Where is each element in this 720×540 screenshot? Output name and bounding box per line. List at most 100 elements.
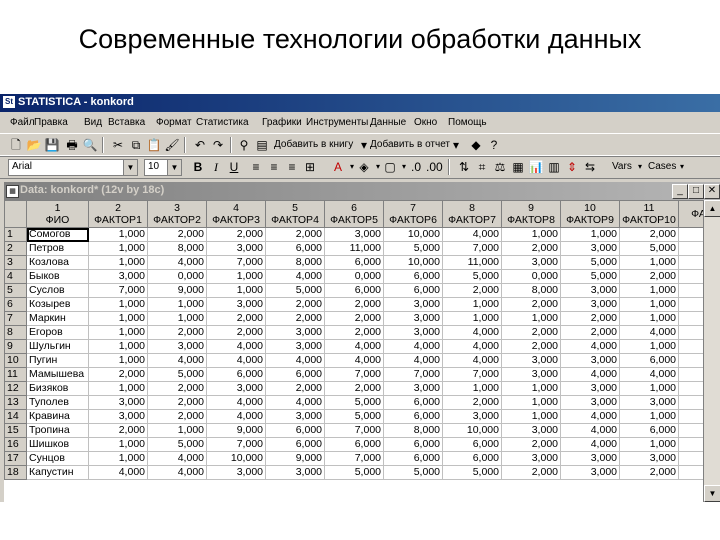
vertical-scrollbar[interactable]: ▲ ▼ (703, 200, 720, 502)
value-cell[interactable]: 5,000 (560, 269, 620, 284)
name-cell[interactable]: Егоров (26, 325, 89, 340)
value-cell[interactable]: 2,000 (265, 227, 325, 242)
menu-tools[interactable]: Инструменты (306, 117, 368, 128)
value-cell[interactable]: 5,000 (147, 367, 207, 382)
value-cell[interactable]: 1,000 (147, 423, 207, 438)
value-cell[interactable]: 1,000 (501, 381, 561, 396)
value-cell[interactable]: 3,000 (560, 283, 620, 298)
save-icon[interactable]: 💾 (44, 137, 60, 153)
value-cell[interactable]: 3,000 (383, 381, 443, 396)
value-cell[interactable]: 3,000 (265, 465, 325, 480)
scroll-down-icon[interactable]: ▼ (704, 485, 720, 502)
value-cell[interactable]: 1,000 (88, 325, 148, 340)
value-cell[interactable]: 6,000 (383, 437, 443, 452)
value-cell[interactable]: 1,000 (88, 297, 148, 312)
value-cell[interactable]: 2,000 (147, 381, 207, 396)
underline-icon[interactable]: U (226, 159, 242, 175)
value-cell[interactable]: 2,000 (324, 311, 384, 326)
name-cell[interactable]: Капустин (26, 465, 89, 480)
value-cell[interactable]: 3,000 (560, 241, 620, 256)
value-cell[interactable]: 9,000 (147, 283, 207, 298)
value-cell[interactable]: 2,000 (265, 297, 325, 312)
value-cell[interactable]: 3,000 (88, 409, 148, 424)
row-number[interactable]: 12 (4, 381, 27, 396)
value-cell[interactable]: 5,000 (324, 395, 384, 410)
value-cell[interactable]: 3,000 (501, 451, 561, 466)
value-cell[interactable]: 2,000 (147, 227, 207, 242)
row-number[interactable]: 5 (4, 283, 27, 298)
value-cell[interactable]: 6,000 (383, 395, 443, 410)
stats-icon[interactable]: ▥ (546, 159, 562, 175)
name-cell[interactable]: Туполев (26, 395, 89, 410)
column-header[interactable]: 10 ФАКТОР9 (560, 200, 620, 228)
value-cell[interactable]: 3,000 (442, 409, 502, 424)
value-cell[interactable]: 2,000 (206, 227, 266, 242)
value-cell[interactable]: 3,000 (206, 465, 266, 480)
value-cell[interactable]: 5,000 (265, 283, 325, 298)
value-cell[interactable]: 6,000 (324, 255, 384, 270)
name-cell[interactable]: Шишков (26, 437, 89, 452)
value-cell[interactable]: 3,000 (265, 409, 325, 424)
name-cell[interactable]: Шульгин (26, 339, 89, 354)
value-cell[interactable]: 5,000 (442, 269, 502, 284)
row-number[interactable]: 7 (4, 311, 27, 326)
value-cell[interactable]: 4,000 (265, 353, 325, 368)
bold-icon[interactable]: B (190, 159, 206, 175)
value-cell[interactable]: 1,000 (88, 381, 148, 396)
value-cell[interactable]: 1,000 (442, 311, 502, 326)
value-cell[interactable]: 3,000 (206, 241, 266, 256)
row-number[interactable]: 17 (4, 451, 27, 466)
value-cell[interactable]: 2,000 (206, 325, 266, 340)
value-cell[interactable]: 6,000 (383, 283, 443, 298)
value-cell[interactable]: 5,000 (442, 465, 502, 480)
value-cell[interactable]: 4,000 (88, 465, 148, 480)
value-cell[interactable]: 3,000 (619, 451, 679, 466)
value-cell[interactable]: 2,000 (501, 297, 561, 312)
value-cell[interactable]: 4,000 (265, 269, 325, 284)
value-cell[interactable]: 2,000 (442, 283, 502, 298)
menu-format[interactable]: Формат (156, 117, 192, 128)
menu-view[interactable]: Вид (84, 117, 102, 128)
value-cell[interactable]: 10,000 (383, 227, 443, 242)
name-cell[interactable]: Маркин (26, 311, 89, 326)
value-cell[interactable]: 1,000 (619, 255, 679, 270)
value-cell[interactable]: 6,000 (442, 451, 502, 466)
value-cell[interactable]: 4,000 (147, 465, 207, 480)
value-cell[interactable]: 4,000 (560, 437, 620, 452)
add-to-report-button[interactable]: Добавить в отчет (370, 139, 450, 150)
name-cell[interactable]: Быков (26, 269, 89, 284)
value-cell[interactable]: 1,000 (501, 227, 561, 242)
value-cell[interactable]: 3,000 (88, 269, 148, 284)
value-cell[interactable]: 7,000 (324, 367, 384, 382)
value-cell[interactable]: 1,000 (619, 381, 679, 396)
name-cell[interactable]: Петров (26, 241, 89, 256)
name-cell[interactable]: Сунцов (26, 451, 89, 466)
value-cell[interactable]: 6,000 (324, 283, 384, 298)
value-cell[interactable]: 3,000 (501, 423, 561, 438)
value-cell[interactable]: 1,000 (560, 227, 620, 242)
value-cell[interactable]: 7,000 (206, 255, 266, 270)
statistics-chart-icon[interactable]: 📊 (528, 159, 544, 175)
align-right-icon[interactable]: ≡ (284, 159, 300, 175)
value-cell[interactable]: 3,000 (88, 395, 148, 410)
value-cell[interactable]: 7,000 (442, 367, 502, 382)
value-cell[interactable]: 3,000 (265, 339, 325, 354)
value-cell[interactable]: 3,000 (619, 395, 679, 410)
value-cell[interactable]: 7,000 (324, 451, 384, 466)
value-cell[interactable]: 3,000 (560, 395, 620, 410)
undo-icon[interactable]: ↶ (192, 137, 208, 153)
column-header[interactable]: 1 ФИО (26, 200, 89, 228)
value-cell[interactable]: 3,000 (560, 353, 620, 368)
menu-help[interactable]: Помощь (448, 117, 487, 128)
font-size-combo[interactable]: 10 ▼ (144, 159, 182, 176)
value-cell[interactable]: 4,000 (442, 353, 502, 368)
value-cell[interactable]: 2,000 (442, 395, 502, 410)
value-cell[interactable]: 2,000 (501, 465, 561, 480)
row-number[interactable]: 16 (4, 437, 27, 452)
value-cell[interactable]: 1,000 (206, 269, 266, 284)
format-painter-icon[interactable]: 🖌 (164, 137, 180, 153)
menu-graphs[interactable]: Графики (262, 117, 302, 128)
row-number[interactable]: 1 (4, 227, 27, 242)
value-cell[interactable]: 7,000 (324, 423, 384, 438)
value-cell[interactable]: 5,000 (560, 255, 620, 270)
